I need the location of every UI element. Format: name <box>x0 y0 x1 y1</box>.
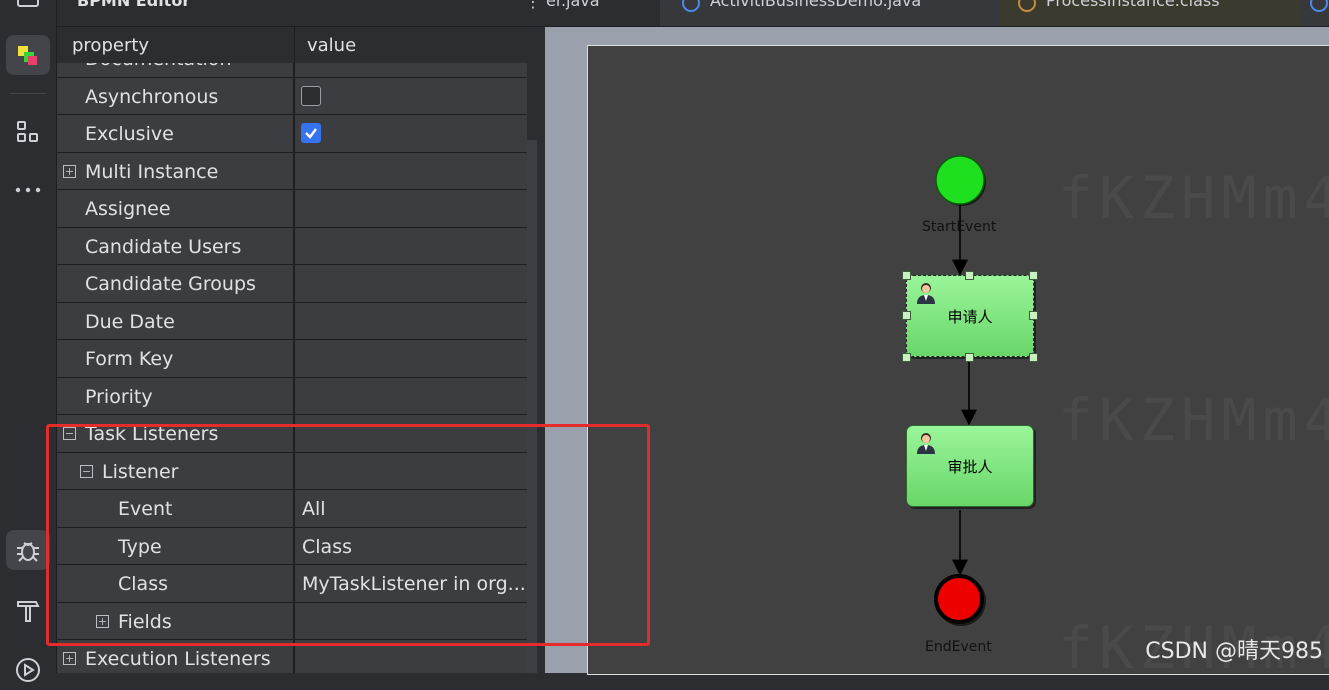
property-label: Priority <box>85 385 153 408</box>
expand-icon[interactable]: + <box>63 164 76 178</box>
run-icon[interactable] <box>6 650 50 690</box>
property-table-header: property value <box>57 27 527 63</box>
property-name-cell: Documentation <box>57 63 294 77</box>
property-row[interactable]: Documentation <box>57 63 528 78</box>
property-value-cell[interactable] <box>294 265 529 302</box>
property-value-cell[interactable] <box>294 302 529 340</box>
property-row[interactable]: Candidate Users <box>57 227 529 265</box>
property-label: Exclusive <box>85 123 174 145</box>
property-value-cell[interactable] <box>294 340 529 377</box>
property-name-cell: + Multi Instance <box>57 152 294 190</box>
java-class-icon <box>682 0 700 12</box>
property-value-cell[interactable] <box>294 190 529 227</box>
structure-icon[interactable] <box>6 112 50 152</box>
property-label: Documentation <box>85 63 231 70</box>
user-task-icon <box>917 283 935 304</box>
end-event-label: EndEvent <box>925 639 992 655</box>
start-event-label: StartEvent <box>922 219 997 235</box>
resize-handle[interactable] <box>902 311 911 320</box>
resize-handle[interactable] <box>902 271 911 280</box>
property-name-cell: Exclusive <box>57 115 294 152</box>
user-task-approver[interactable]: 审批人 <box>906 425 1034 507</box>
property-name-cell: Candidate Users <box>57 227 294 265</box>
property-name-cell: Form Key <box>57 340 294 377</box>
user-task-icon <box>917 433 935 454</box>
resize-handle[interactable] <box>902 353 911 362</box>
property-label: Form Key <box>85 348 174 370</box>
resize-handle[interactable] <box>1029 311 1038 320</box>
class-file-icon <box>1018 0 1036 12</box>
start-event-circle <box>935 155 985 205</box>
property-name-cell: Assignee <box>57 190 294 227</box>
property-name-cell: Asynchronous <box>57 77 294 115</box>
resize-handle[interactable] <box>1029 271 1038 280</box>
property-label: Multi Instance <box>85 160 219 183</box>
property-label: Due Date <box>85 310 175 333</box>
property-label: Execution Listeners <box>85 648 271 670</box>
property-value-cell[interactable] <box>294 152 529 190</box>
property-row[interactable]: Priority <box>57 377 529 415</box>
property-name-cell: Due Date <box>57 302 294 340</box>
expand-icon[interactable]: + <box>63 652 76 665</box>
panel-title: BPMN Editor <box>77 0 191 10</box>
property-value-cell[interactable] <box>294 227 529 265</box>
property-name-cell: Candidate Groups <box>57 265 294 302</box>
property-row[interactable]: Candidate Groups <box>57 265 528 303</box>
editor-tab-1[interactable]: ActivitiBusinessDemo.java <box>660 0 1000 26</box>
property-column-header: property <box>72 35 150 56</box>
editor-tab-3[interactable] <box>1300 0 1329 26</box>
csdn-watermark: CSDN @晴天985 <box>1145 639 1323 664</box>
property-name-cell: Priority <box>57 377 294 415</box>
property-value-cell[interactable] <box>294 377 529 415</box>
property-row[interactable]: Due Date <box>57 302 529 340</box>
end-event[interactable] <box>932 572 988 628</box>
bpmn-editor-icon[interactable] <box>6 35 50 75</box>
property-value-cell[interactable] <box>294 63 529 77</box>
property-row[interactable]: Assignee <box>57 190 528 228</box>
property-label: Asynchronous <box>85 85 219 108</box>
column-separator <box>294 27 295 63</box>
resize-handle[interactable] <box>1029 353 1038 362</box>
property-row[interactable]: Exclusive <box>57 115 528 153</box>
property-row[interactable]: Form Key <box>57 340 528 378</box>
top-bar: BPMN Editor ⋮ er.java ActivitiBusinessDe… <box>57 0 1329 27</box>
task-name: 申请人 <box>947 308 993 326</box>
highlight-annotation-box <box>46 424 650 646</box>
java-class-icon <box>1310 0 1328 12</box>
property-row[interactable]: + Multi Instance <box>57 152 529 190</box>
more-icon[interactable] <box>6 170 50 210</box>
property-checkbox[interactable] <box>301 85 321 106</box>
resize-handle[interactable] <box>965 353 974 362</box>
user-task-applicant[interactable]: 申请人 <box>906 275 1034 357</box>
property-label: Assignee <box>85 198 171 220</box>
property-checkbox[interactable] <box>301 123 321 143</box>
diagram-canvas[interactable]: fKZHMm4lcSi4 fKZHMm4lcSi4 fKZHMm4lcSi4 S… <box>587 45 1329 682</box>
property-row[interactable]: Asynchronous <box>57 77 529 115</box>
value-column-header: value <box>307 35 357 56</box>
debug-icon[interactable] <box>6 530 50 570</box>
editor-tab-0[interactable]: er.java <box>542 0 660 26</box>
end-event-circle <box>934 574 984 624</box>
start-event[interactable] <box>934 154 988 208</box>
property-value-cell[interactable] <box>294 115 529 152</box>
property-label: Candidate Groups <box>85 273 256 295</box>
strip-divider <box>10 93 46 94</box>
panel-options-button[interactable]: ⋮ <box>525 0 541 11</box>
property-label: Candidate Users <box>85 235 242 258</box>
task-name: 审批人 <box>947 458 993 476</box>
property-value-cell[interactable] <box>294 77 529 115</box>
editor-tab-2[interactable]: ProcessInstance.class <box>1000 0 1300 26</box>
resize-handle[interactable] <box>965 271 974 280</box>
project-icon[interactable] <box>6 0 50 20</box>
build-icon[interactable] <box>6 590 50 630</box>
